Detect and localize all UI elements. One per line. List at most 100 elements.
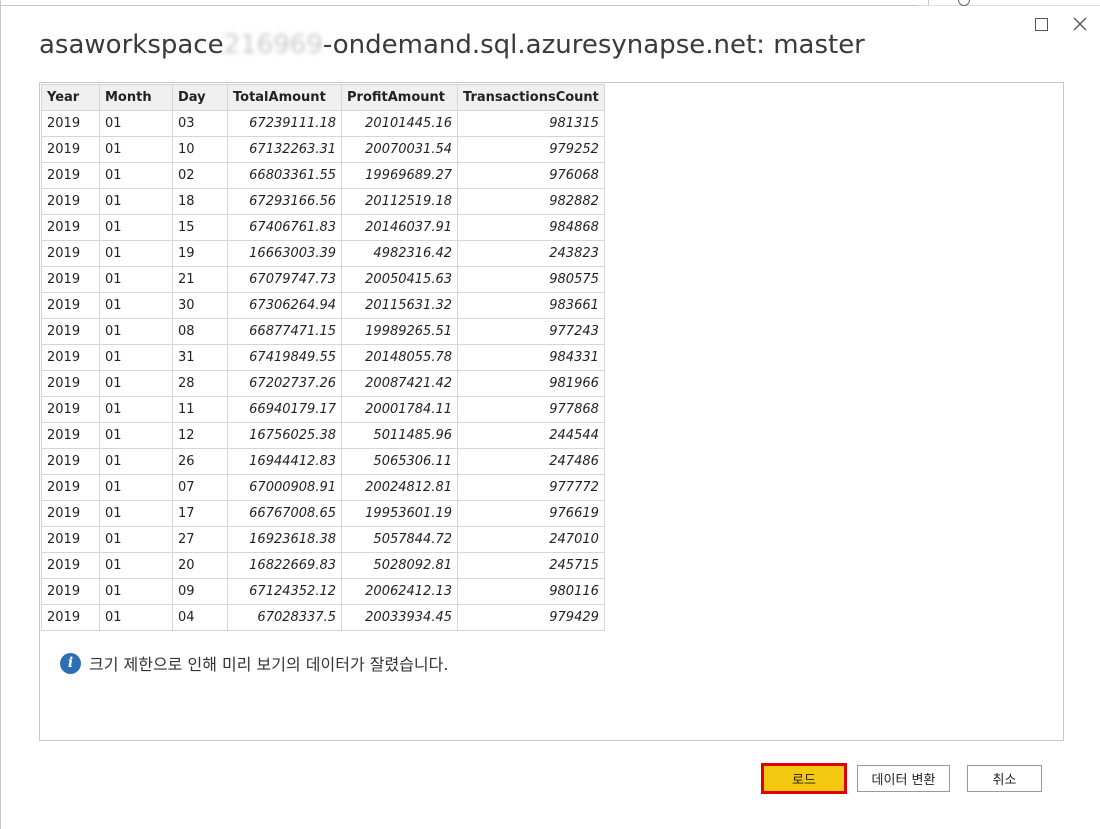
- year-cell: 2019: [41, 500, 100, 527]
- totalamount-cell: 66877471.15: [227, 318, 342, 345]
- year-cell: 2019: [41, 110, 100, 137]
- background-separator: [928, 0, 929, 5]
- day-cell: 08: [172, 318, 228, 345]
- totalamount-cell: 67202737.26: [227, 370, 342, 397]
- profitamount-cell: 4982316.42: [341, 240, 458, 267]
- title-suffix: -ondemand.sql.azuresynapse.net: master: [322, 30, 865, 60]
- month-cell: 01: [99, 240, 173, 267]
- totalamount-cell: 66940179.17: [227, 396, 342, 423]
- transactionscount-cell: 976619: [457, 500, 605, 527]
- month-cell: 01: [99, 422, 173, 449]
- table-row: 2019 01 26 16944412.83 5065306.11 247486: [41, 448, 605, 475]
- column-header-month[interactable]: Month: [99, 84, 173, 111]
- transactionscount-cell: 984331: [457, 344, 605, 371]
- table-row: 2019 01 27 16923618.38 5057844.72 247010: [41, 526, 605, 553]
- month-cell: 01: [99, 500, 173, 527]
- totalamount-cell: 16663003.39: [227, 240, 342, 267]
- year-cell: 2019: [41, 292, 100, 319]
- day-cell: 17: [172, 500, 228, 527]
- table-row: 2019 01 08 66877471.15 19989265.51 977243: [41, 318, 605, 345]
- table-row: 2019 01 28 67202737.26 20087421.42 981966: [41, 370, 605, 397]
- year-cell: 2019: [41, 370, 100, 397]
- totalamount-cell: 67293166.56: [227, 188, 342, 215]
- month-cell: 01: [99, 344, 173, 371]
- column-header-year[interactable]: Year: [41, 84, 100, 111]
- title-prefix: asaworkspace: [39, 30, 224, 60]
- profitamount-cell: 20070031.54: [341, 136, 458, 163]
- table-row: 2019 01 30 67306264.94 20115631.32 983661: [41, 292, 605, 319]
- table-row: 2019 01 17 66767008.65 19953601.19 976619: [41, 500, 605, 527]
- day-cell: 20: [172, 552, 228, 579]
- profitamount-cell: 20087421.42: [341, 370, 458, 397]
- profitamount-cell: 20101445.16: [341, 110, 458, 137]
- profitamount-cell: 20062412.13: [341, 578, 458, 605]
- transactionscount-cell: 979252: [457, 136, 605, 163]
- transactionscount-cell: 984868: [457, 214, 605, 241]
- totalamount-cell: 16756025.38: [227, 422, 342, 449]
- profitamount-cell: 19969689.27: [341, 162, 458, 189]
- preview-table: Year Month Day TotalAmount ProfitAmount …: [41, 84, 605, 631]
- info-icon: i: [60, 652, 81, 674]
- table-row: 2019 01 11 66940179.17 20001784.11 977868: [41, 396, 605, 423]
- day-cell: 18: [172, 188, 228, 215]
- transactionscount-cell: 976068: [457, 162, 605, 189]
- year-cell: 2019: [41, 474, 100, 501]
- day-cell: 28: [172, 370, 228, 397]
- totalamount-cell: 67406761.83: [227, 214, 342, 241]
- day-cell: 15: [172, 214, 228, 241]
- totalamount-cell: 67306264.94: [227, 292, 342, 319]
- month-cell: 01: [99, 266, 173, 293]
- day-cell: 09: [172, 578, 228, 605]
- navigator-dialog: asaworkspace216969-ondemand.sql.azuresyn…: [0, 0, 1100, 829]
- day-cell: 02: [172, 162, 228, 189]
- month-cell: 01: [99, 188, 173, 215]
- year-cell: 2019: [41, 188, 100, 215]
- maximize-icon: [1034, 17, 1048, 31]
- month-cell: 01: [99, 604, 173, 631]
- year-cell: 2019: [41, 604, 100, 631]
- column-header-day[interactable]: Day: [172, 84, 228, 111]
- year-cell: 2019: [41, 136, 100, 163]
- year-cell: 2019: [41, 552, 100, 579]
- year-cell: 2019: [41, 344, 100, 371]
- background-window-strip: [918, 0, 1100, 6]
- header-row: Year Month Day TotalAmount ProfitAmount …: [41, 84, 605, 111]
- totalamount-cell: 16923618.38: [227, 526, 342, 553]
- maximize-button[interactable]: [1027, 10, 1055, 38]
- column-header-transactionscount[interactable]: TransactionsCount: [457, 84, 605, 111]
- transactionscount-cell: 247486: [457, 448, 605, 475]
- load-button[interactable]: 로드: [761, 763, 847, 794]
- table-row: 2019 01 03 67239111.18 20101445.16 981315: [41, 110, 605, 137]
- totalamount-cell: 16944412.83: [227, 448, 342, 475]
- background-search-icon: [958, 0, 970, 6]
- profitamount-cell: 20050415.63: [341, 266, 458, 293]
- truncation-notice-text: 크기 제한으로 인해 미리 보기의 데이터가 잘렸습니다.: [89, 655, 449, 674]
- table-row: 2019 01 15 67406761.83 20146037.91 984868: [41, 214, 605, 241]
- transactionscount-cell: 977243: [457, 318, 605, 345]
- day-cell: 07: [172, 474, 228, 501]
- profitamount-cell: 5065306.11: [341, 448, 458, 475]
- column-header-profitamount[interactable]: ProfitAmount: [341, 84, 458, 111]
- month-cell: 01: [99, 526, 173, 553]
- month-cell: 01: [99, 318, 173, 345]
- cancel-button[interactable]: 취소: [967, 765, 1042, 792]
- year-cell: 2019: [41, 240, 100, 267]
- transactionscount-cell: 980575: [457, 266, 605, 293]
- close-button[interactable]: [1066, 10, 1094, 38]
- transactionscount-cell: 977868: [457, 396, 605, 423]
- day-cell: 26: [172, 448, 228, 475]
- column-header-totalamount[interactable]: TotalAmount: [227, 84, 342, 111]
- profitamount-cell: 20115631.32: [341, 292, 458, 319]
- month-cell: 01: [99, 578, 173, 605]
- day-cell: 03: [172, 110, 228, 137]
- day-cell: 11: [172, 396, 228, 423]
- month-cell: 01: [99, 396, 173, 423]
- day-cell: 19: [172, 240, 228, 267]
- table-row: 2019 01 12 16756025.38 5011485.96 244544: [41, 422, 605, 449]
- transactionscount-cell: 245715: [457, 552, 605, 579]
- totalamount-cell: 67000908.91: [227, 474, 342, 501]
- profitamount-cell: 20146037.91: [341, 214, 458, 241]
- transactionscount-cell: 979429: [457, 604, 605, 631]
- transform-data-button[interactable]: 데이터 변환: [857, 765, 950, 792]
- totalamount-cell: 16822669.83: [227, 552, 342, 579]
